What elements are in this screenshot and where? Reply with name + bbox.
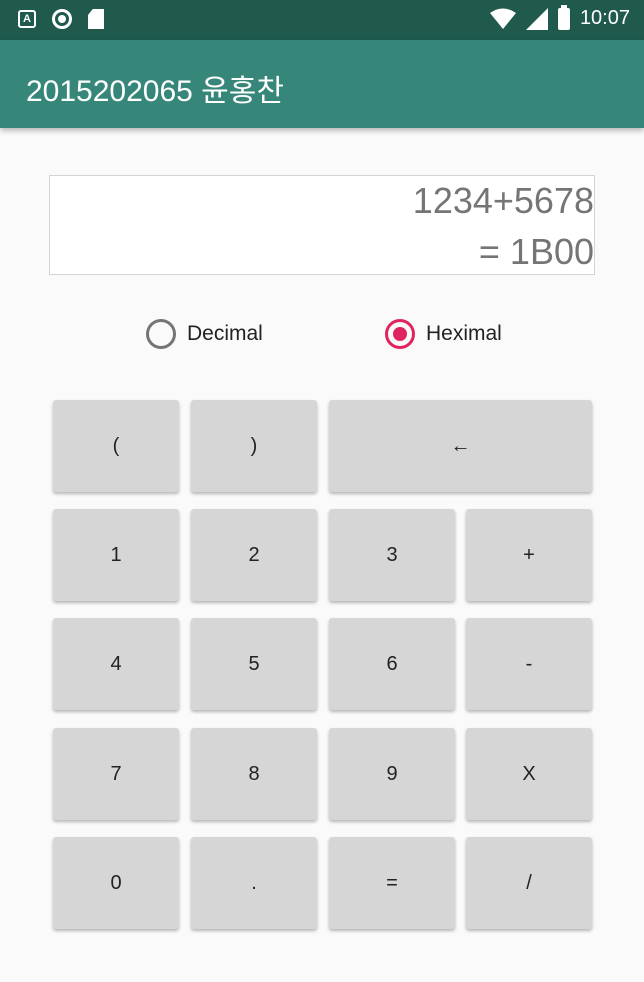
key-open-paren[interactable]: (	[53, 400, 179, 492]
radio-heximal-circle-icon[interactable]	[385, 319, 415, 349]
sd-card-icon	[88, 9, 104, 29]
radio-heximal-label: Heximal	[426, 322, 502, 345]
key-3[interactable]: 3	[329, 509, 455, 601]
key-8[interactable]: 8	[191, 728, 317, 820]
battery-icon	[557, 4, 570, 30]
display-expression: 1234+5678	[412, 180, 594, 221]
calculator-display: 1234+5678 = 1B00	[49, 175, 595, 275]
app-title: 2015202065 윤홍찬	[26, 75, 284, 108]
a-notification-icon: A	[18, 10, 36, 28]
status-left-icons: A	[18, 9, 104, 29]
key-close-paren[interactable]: )	[191, 400, 317, 492]
key-backspace[interactable]: ←	[329, 400, 592, 492]
key-5[interactable]: 5	[191, 618, 317, 710]
key-2[interactable]: 2	[191, 509, 317, 601]
key-4[interactable]: 4	[53, 618, 179, 710]
key-6[interactable]: 6	[329, 618, 455, 710]
key-multiply[interactable]: X	[466, 728, 592, 820]
radio-heximal[interactable]: Heximal	[385, 319, 502, 349]
app-bar: 2015202065 윤홍찬	[0, 40, 644, 128]
key-minus[interactable]: -	[466, 618, 592, 710]
key-equals[interactable]: =	[329, 837, 455, 929]
status-time: 10:07	[579, 7, 630, 29]
key-plus[interactable]: +	[466, 509, 592, 601]
circle-notification-icon	[52, 9, 72, 29]
signal-icon	[525, 7, 548, 30]
key-decimal-point[interactable]: .	[191, 837, 317, 929]
display-result: = 1B00	[478, 231, 594, 272]
radio-decimal-circle-icon[interactable]	[146, 319, 176, 349]
key-divide[interactable]: /	[466, 837, 592, 929]
key-1[interactable]: 1	[53, 509, 179, 601]
radio-decimal-label: Decimal	[187, 322, 263, 345]
key-7[interactable]: 7	[53, 728, 179, 820]
key-0[interactable]: 0	[53, 837, 179, 929]
key-9[interactable]: 9	[329, 728, 455, 820]
status-bar: A 10:07	[0, 0, 644, 40]
status-right-icons: 10:07	[489, 4, 630, 30]
wifi-icon	[489, 8, 516, 29]
radio-decimal[interactable]: Decimal	[146, 319, 263, 349]
